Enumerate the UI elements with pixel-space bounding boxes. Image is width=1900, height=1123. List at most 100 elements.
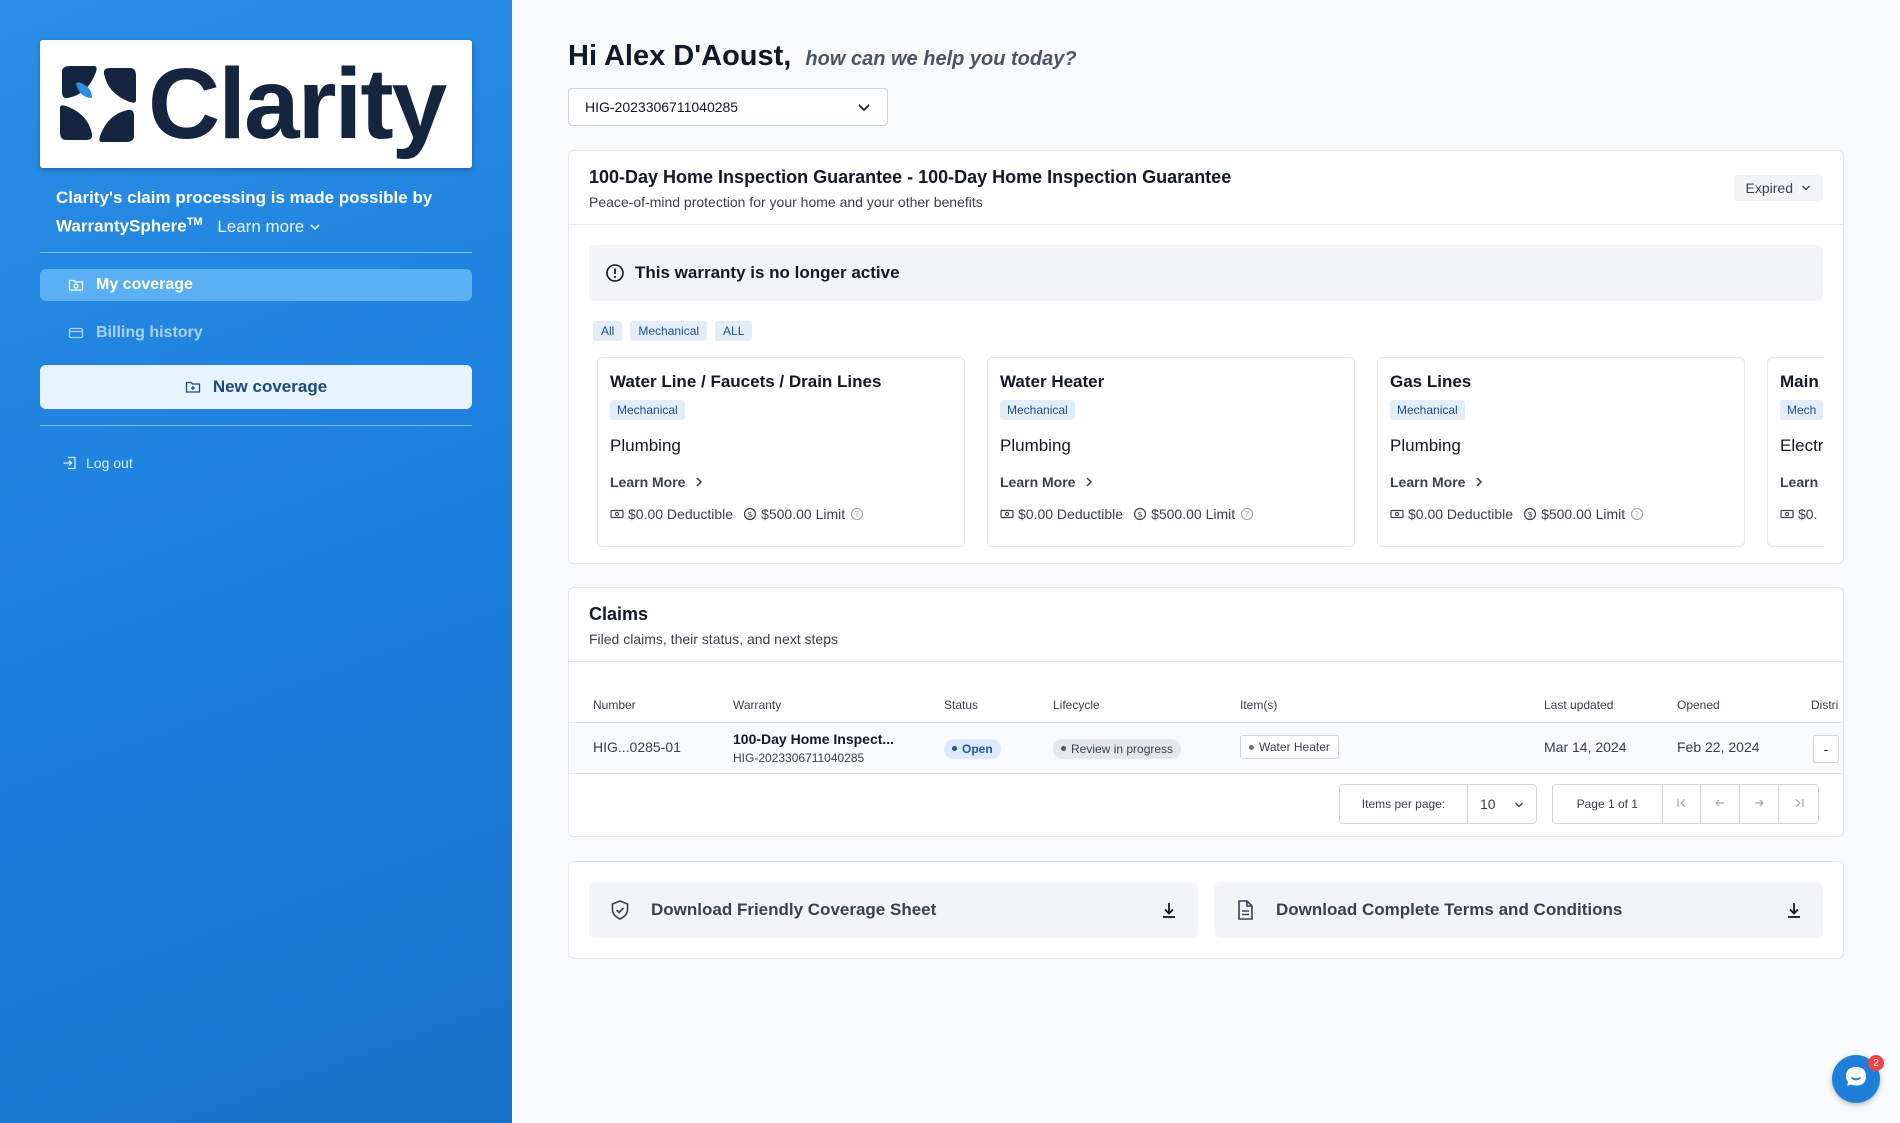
- svg-text:?: ?: [1245, 510, 1249, 519]
- sidebar-divider: [40, 425, 472, 426]
- chevron-down-icon: [1514, 796, 1524, 812]
- page-indicator: Page 1 of 1: [1553, 785, 1663, 823]
- claim-warranty-id: HIG-2023306711040285: [733, 751, 865, 765]
- inactive-warranty-alert: This warranty is no longer active: [589, 245, 1823, 301]
- learn-more-link[interactable]: Learn more: [217, 217, 321, 236]
- learn-more-label: Learn More: [1390, 474, 1466, 490]
- deductible-value: $0.00 Deductible: [1018, 506, 1124, 522]
- filter-chip[interactable]: Mechanical: [630, 321, 708, 341]
- coverage-item-card: Water Heater Mechanical Plumbing Learn M…: [987, 357, 1355, 547]
- learn-more-label: Learn More: [1000, 474, 1076, 490]
- table-row[interactable]: HIG...0285-01 100-Day Home Inspect... HI…: [569, 722, 1843, 774]
- help-circle-icon[interactable]: ?: [850, 507, 864, 521]
- new-coverage-button[interactable]: New coverage: [40, 365, 472, 409]
- coverage-item-tag: Mechanical: [1390, 400, 1465, 420]
- limit-value: $500.00 Limit: [1151, 506, 1236, 522]
- column-header[interactable]: Lifecycle: [1053, 698, 1100, 712]
- warranty-status-dropdown[interactable]: Expired: [1733, 175, 1823, 201]
- status-dot: [952, 746, 957, 751]
- coverage-item-meta: $0.00 Deductible $ $500.00 Limit ?: [1000, 506, 1342, 522]
- help-circle-icon[interactable]: ?: [1630, 507, 1644, 521]
- column-header[interactable]: Last updated: [1544, 698, 1613, 712]
- prev-page-button[interactable]: [1701, 785, 1741, 823]
- folder-plus-icon: [185, 379, 201, 395]
- sidebar-item-label: Billing history: [96, 324, 203, 341]
- coverage-item-title: Main: [1780, 372, 1819, 391]
- greeting-subtitle: how can we help you today?: [805, 48, 1077, 70]
- powered-by-label: Clarity's claim processing is made possi…: [56, 188, 433, 207]
- logout-icon: [62, 455, 78, 471]
- coin-icon: $: [1133, 507, 1147, 521]
- sidebar-divider: [40, 252, 472, 253]
- document-icon: [1234, 899, 1256, 921]
- banknote-icon: [1390, 507, 1404, 521]
- column-header[interactable]: Warranty: [733, 698, 781, 712]
- coverage-item-title: Water Heater: [1000, 372, 1105, 391]
- learn-more-button[interactable]: Learn More: [1390, 474, 1732, 490]
- chevron-right-icon: [1085, 476, 1093, 488]
- banknote-icon: [1780, 507, 1794, 521]
- coin-icon: $: [743, 507, 757, 521]
- last-page-button[interactable]: [1779, 785, 1818, 823]
- coverage-item-card: Water Line / Faucets / Drain Lines Mecha…: [597, 357, 965, 547]
- sidebar-item-my-coverage[interactable]: My coverage: [40, 269, 472, 301]
- next-page-button[interactable]: [1740, 785, 1780, 823]
- learn-more-button[interactable]: Learn: [1780, 474, 1823, 490]
- sidebar-item-billing-history[interactable]: Billing history: [40, 317, 472, 349]
- downloads-card: Download Friendly Coverage Sheet Downloa…: [568, 861, 1844, 959]
- lifecycle-dot: [1061, 746, 1066, 751]
- download-icon: [1785, 901, 1803, 919]
- warranty-card: 100-Day Home Inspection Guarantee - 100-…: [568, 150, 1844, 564]
- logout-button[interactable]: Log out: [62, 455, 133, 471]
- page-title: Hi Alex D'Aoust, how can we help you tod…: [568, 40, 1077, 73]
- item-label: Water Heater: [1259, 740, 1330, 754]
- policy-select[interactable]: HIG-2023306711040285: [568, 88, 888, 126]
- claim-opened: Feb 22, 2024: [1677, 739, 1760, 755]
- greeting-text: Hi Alex D'Aoust,: [568, 40, 792, 72]
- clarity-pinwheel-icon: [58, 64, 138, 144]
- chat-notification-badge: 2: [1868, 1055, 1884, 1071]
- brand-logo[interactable]: Clarity: [40, 40, 472, 168]
- lifecycle-label: Review in progress: [1071, 741, 1174, 756]
- partner-name: WarrantySphere: [56, 216, 187, 236]
- column-header[interactable]: Opened: [1677, 698, 1720, 712]
- svg-text:$: $: [1528, 510, 1533, 519]
- last-page-icon: [1793, 797, 1805, 812]
- coverage-item-card: Gas Lines Mechanical Plumbing Learn More…: [1377, 357, 1745, 547]
- svg-text:?: ?: [1635, 510, 1639, 519]
- first-page-button[interactable]: [1663, 785, 1702, 823]
- download-terms-button[interactable]: Download Complete Terms and Conditions: [1214, 882, 1823, 938]
- credit-card-icon: [68, 325, 84, 341]
- column-header[interactable]: Distri: [1811, 698, 1838, 712]
- items-per-page-value: 10: [1480, 796, 1496, 812]
- shield-check-icon: [609, 899, 631, 921]
- learn-more-button[interactable]: Learn More: [1000, 474, 1342, 490]
- column-header[interactable]: Status: [944, 698, 978, 712]
- coverage-item-meta: $0.00 Deductible $ $500.00 Limit ?: [1390, 506, 1732, 522]
- items-per-page-select[interactable]: 10: [1468, 796, 1536, 812]
- filter-chip[interactable]: All: [593, 321, 623, 341]
- logout-label: Log out: [86, 455, 133, 471]
- coverage-items-carousel[interactable]: Water Line / Faucets / Drain Lines Mecha…: [597, 357, 1823, 547]
- chevron-right-icon: [695, 476, 703, 488]
- claims-subtitle: Filed claims, their status, and next ste…: [589, 631, 838, 647]
- column-header[interactable]: Number: [593, 698, 636, 712]
- learn-more-button[interactable]: Learn More: [610, 474, 952, 490]
- help-circle-icon[interactable]: ?: [1240, 507, 1254, 521]
- claim-distribution-button[interactable]: -: [1813, 735, 1839, 763]
- download-terms-label: Download Complete Terms and Conditions: [1276, 900, 1623, 919]
- coverage-item-category: Plumbing: [1000, 436, 1071, 455]
- claim-lifecycle: Review in progress: [1053, 738, 1182, 759]
- filter-chip[interactable]: ALL: [715, 321, 753, 341]
- column-header[interactable]: Item(s): [1240, 698, 1277, 712]
- claim-status: Open: [944, 738, 1001, 759]
- pagination-controls: Page 1 of 1: [1552, 784, 1819, 824]
- download-coverage-sheet-button[interactable]: Download Friendly Coverage Sheet: [589, 882, 1198, 938]
- coverage-item-tag: Mechanical: [610, 400, 685, 420]
- sidebar-item-label: My coverage: [96, 276, 193, 293]
- arrow-right-icon: [1753, 797, 1765, 812]
- chevron-down-icon: [1801, 184, 1811, 192]
- svg-text:?: ?: [855, 510, 859, 519]
- coverage-item-card: Main Mech Electr Learn $0.: [1767, 357, 1823, 547]
- status-badge: Expired: [1745, 180, 1793, 196]
